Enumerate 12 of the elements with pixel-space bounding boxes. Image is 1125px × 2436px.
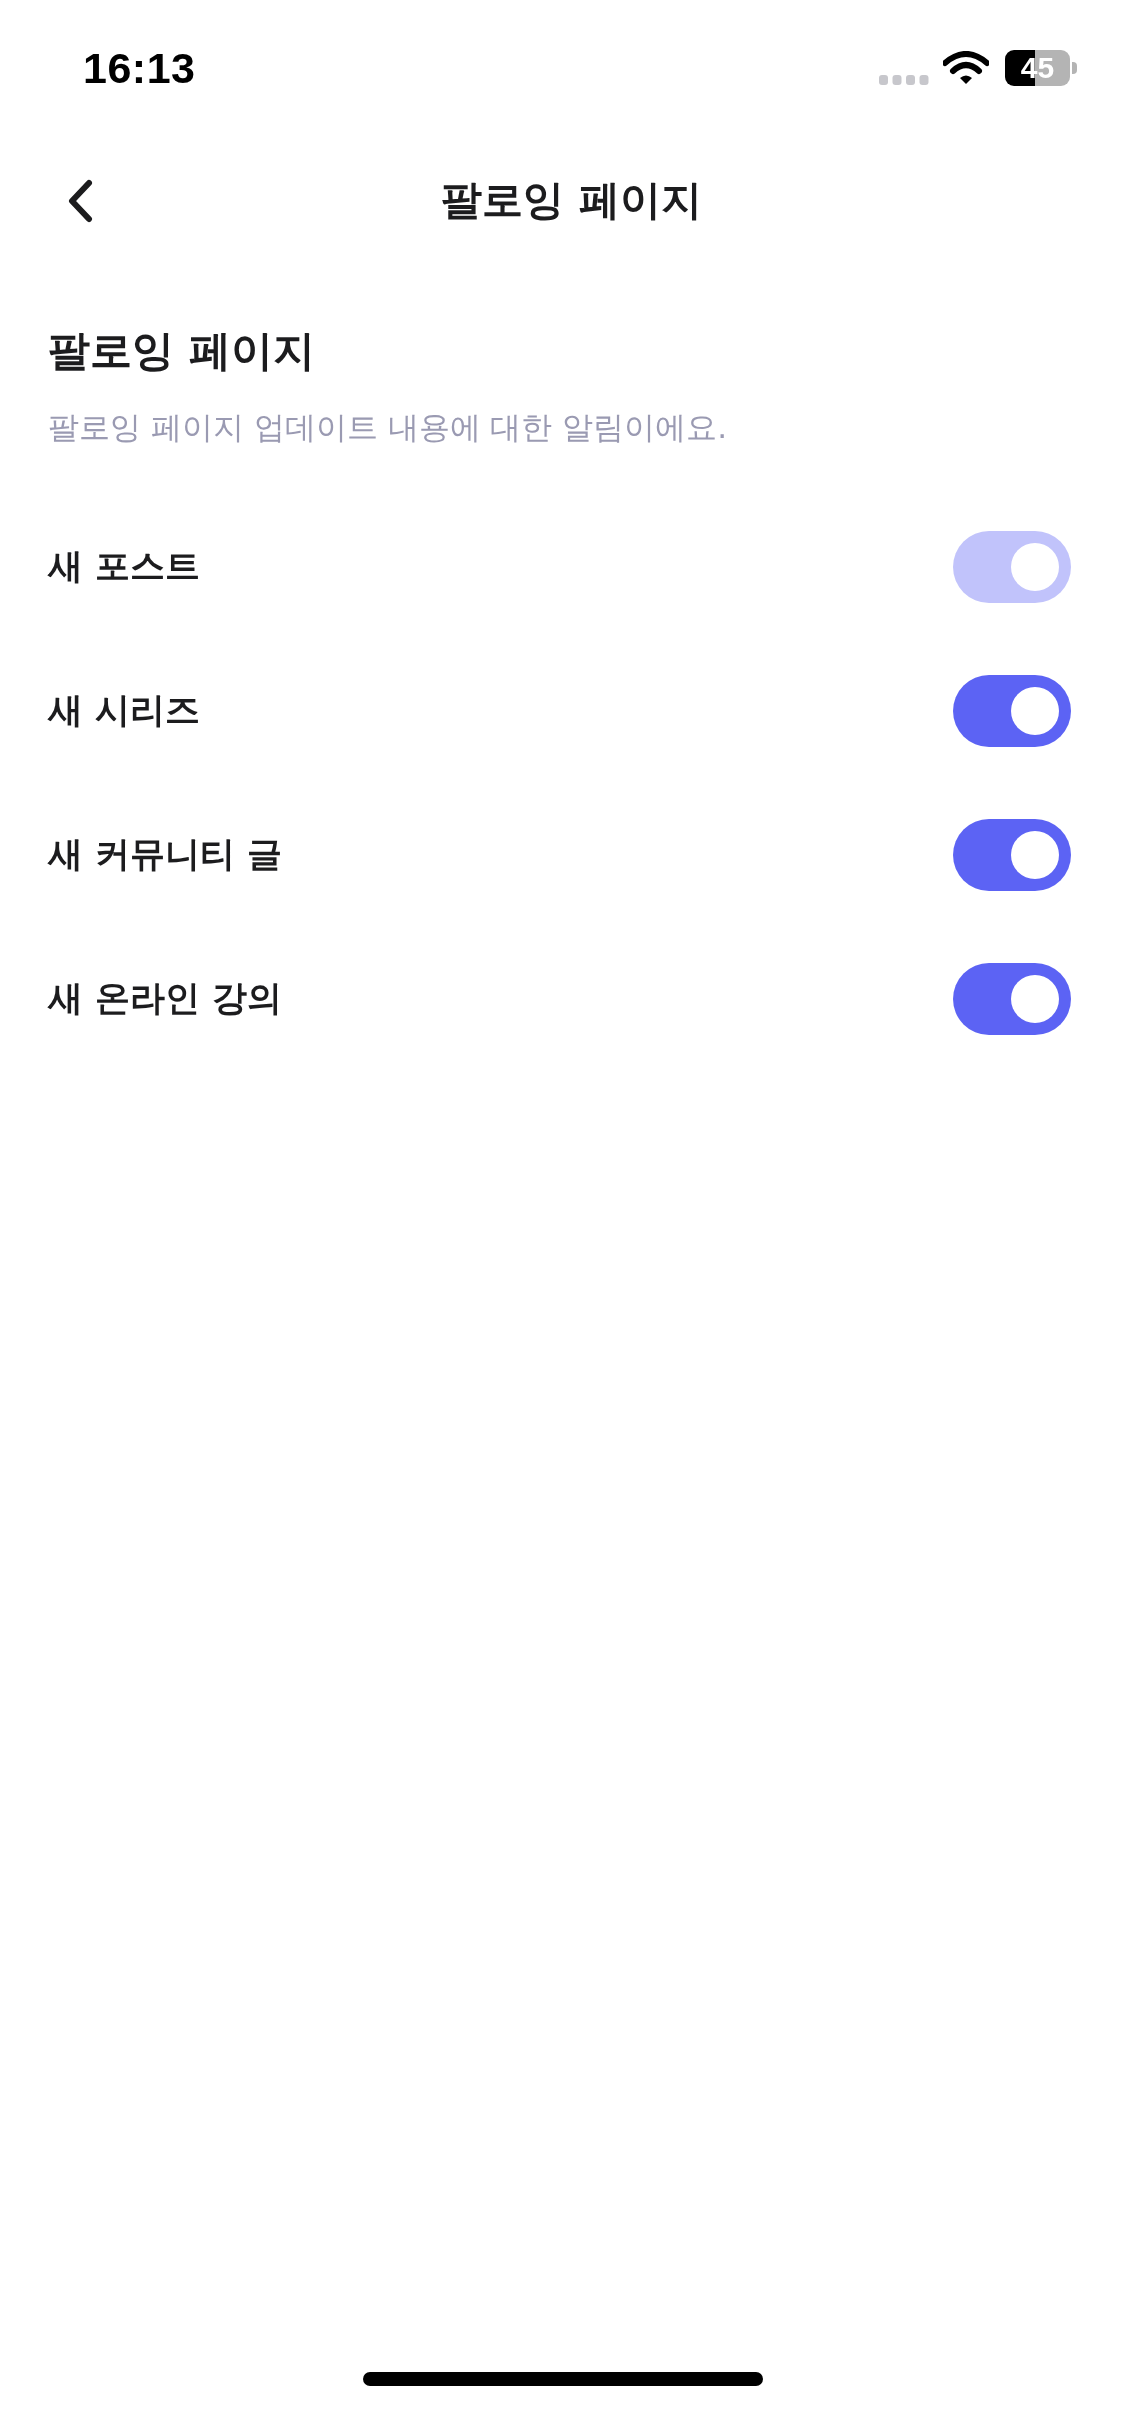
page-title: 팔로잉 페이지 — [441, 175, 702, 227]
setting-label: 새 커뮤니티 글 — [48, 833, 283, 877]
signal-icon — [879, 75, 929, 85]
setting-label: 새 온라인 강의 — [48, 977, 283, 1021]
back-button[interactable] — [66, 179, 94, 223]
back-chevron-icon — [66, 179, 94, 223]
setting-label: 새 시리즈 — [48, 689, 201, 733]
section-description: 팔로잉 페이지 업데이트 내용에 대한 알림이에요. — [48, 407, 729, 447]
section-title: 팔로잉 페이지 — [48, 325, 316, 377]
wifi-icon — [943, 51, 989, 85]
setting-label: 새 포스트 — [48, 545, 201, 589]
status-time: 16:13 — [83, 43, 196, 93]
